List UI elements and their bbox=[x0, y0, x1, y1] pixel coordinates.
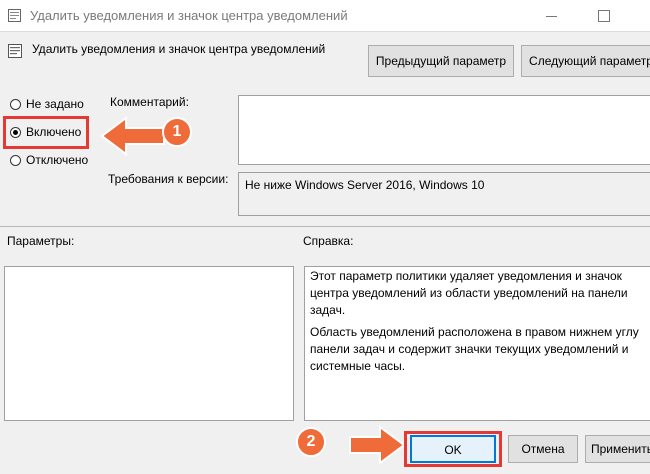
step-2-badge: 2 bbox=[296, 427, 326, 457]
cancel-button[interactable]: Отмена bbox=[508, 435, 578, 463]
arrow-right-icon bbox=[349, 425, 406, 465]
radio-label: Отключено bbox=[26, 153, 89, 167]
help-label: Справка: bbox=[303, 234, 354, 248]
requirements-label: Требования к версии: bbox=[108, 172, 229, 186]
title-bar: Удалить уведомления и значок центра увед… bbox=[0, 0, 650, 32]
parameters-label: Параметры: bbox=[7, 234, 75, 248]
radio-button[interactable] bbox=[10, 99, 21, 110]
policy-icon bbox=[8, 9, 21, 22]
comment-field[interactable] bbox=[238, 95, 650, 165]
comment-label: Комментарий: bbox=[110, 95, 189, 109]
parameters-panel bbox=[4, 266, 294, 421]
window-title: Удалить уведомления и значок центра увед… bbox=[30, 8, 348, 23]
ok-button[interactable]: OK bbox=[410, 435, 496, 463]
maximize-button[interactable] bbox=[592, 6, 616, 26]
requirements-value: Не ниже Windows Server 2016, Windows 10 bbox=[245, 178, 485, 192]
policy-title: Удалить уведомления и значок центра увед… bbox=[32, 42, 326, 56]
previous-setting-button[interactable]: Предыдущий параметр bbox=[368, 45, 514, 77]
apply-button[interactable]: Применить bbox=[585, 435, 650, 463]
minimize-button[interactable] bbox=[540, 6, 564, 26]
arrow-left-icon bbox=[100, 116, 165, 156]
step-1-badge: 1 bbox=[162, 117, 192, 147]
next-setting-button[interactable]: Следующий параметр bbox=[521, 45, 650, 77]
enabled-highlight-box bbox=[3, 116, 89, 149]
radio-button[interactable] bbox=[10, 155, 21, 166]
help-paragraph: Область уведомлений расположена в правом… bbox=[310, 325, 639, 373]
policy-setting-icon bbox=[8, 44, 22, 58]
radio-label: Не задано bbox=[26, 97, 84, 111]
help-paragraph: Этот параметр политики удаляет уведомлен… bbox=[310, 269, 628, 317]
divider bbox=[0, 226, 650, 227]
